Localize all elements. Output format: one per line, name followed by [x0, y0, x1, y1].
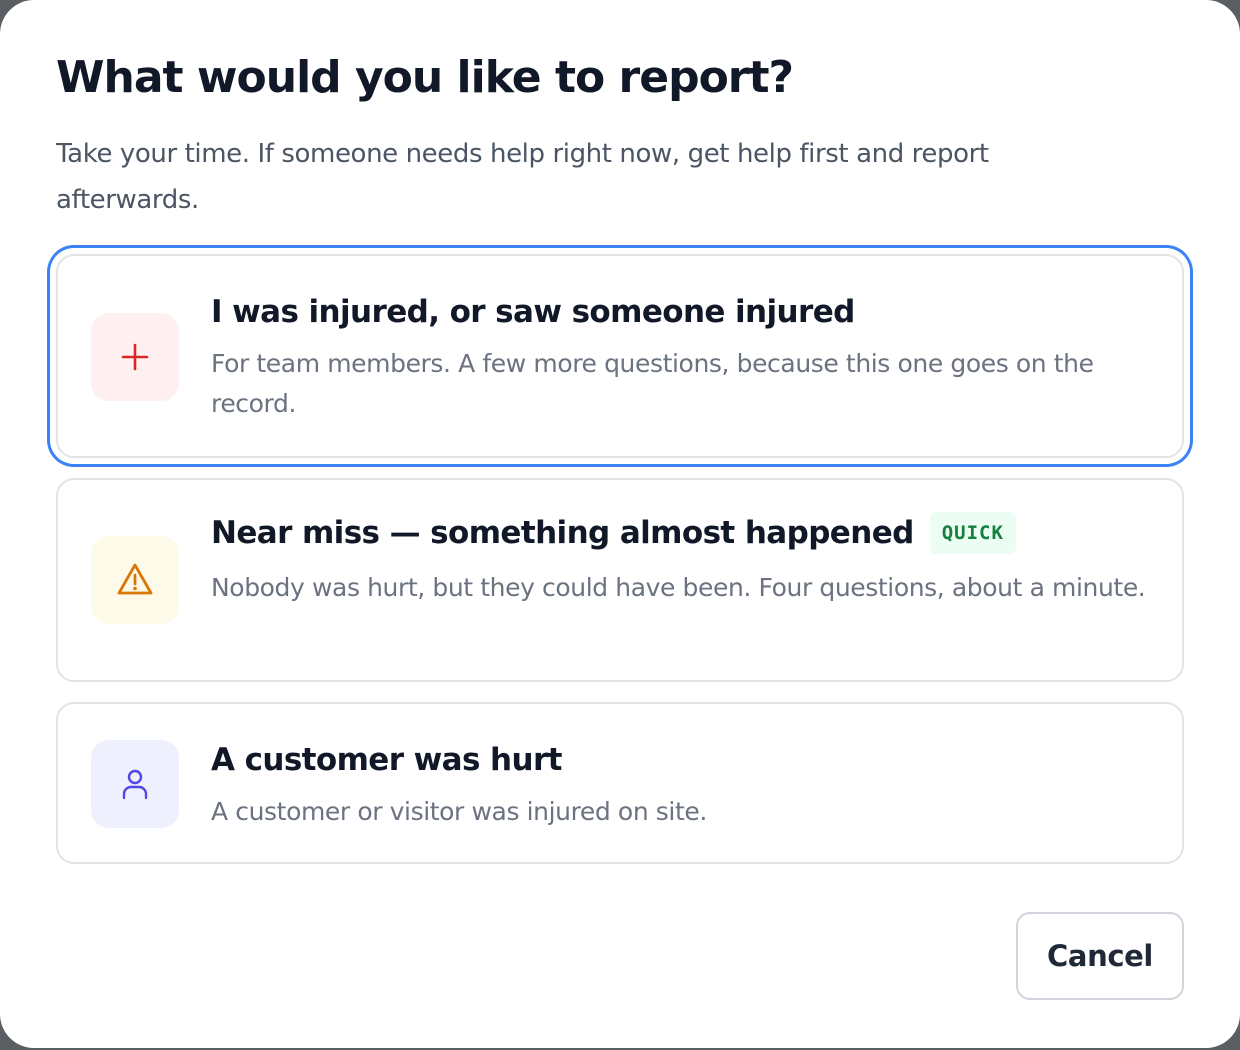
- warning-triangle-icon: [91, 536, 179, 624]
- dialog-subtitle: Take your time. If someone needs help ri…: [56, 139, 989, 215]
- option-description: For team members. A few more questions, …: [211, 349, 1094, 418]
- option-customer[interactable]: A customer was hurt A customer or visito…: [56, 702, 1184, 864]
- person-icon: [91, 740, 179, 828]
- option-title-text: Near miss — something almost happened: [211, 515, 914, 551]
- report-type-dialog: What would you like to report? Take your…: [0, 0, 1240, 1048]
- option-title: I was injured, or saw someone injured: [211, 294, 855, 330]
- option-title-text: I was injured, or saw someone injured: [211, 294, 855, 330]
- option-description: Nobody was hurt, but they could have bee…: [211, 573, 1146, 602]
- plus-icon: [91, 313, 179, 401]
- option-near-miss[interactable]: Near miss — something almost happened QU…: [56, 478, 1184, 682]
- option-description: A customer or visitor was injured on sit…: [211, 797, 707, 826]
- option-title: Near miss — something almost happened QU…: [211, 512, 1016, 554]
- dialog-title: What would you like to report?: [56, 52, 794, 103]
- option-injury[interactable]: I was injured, or saw someone injured Fo…: [56, 254, 1184, 458]
- quick-badge: QUICK: [929, 512, 1016, 554]
- option-title-text: A customer was hurt: [211, 742, 562, 778]
- cancel-button[interactable]: Cancel: [1016, 912, 1184, 1000]
- option-title: A customer was hurt: [211, 742, 562, 778]
